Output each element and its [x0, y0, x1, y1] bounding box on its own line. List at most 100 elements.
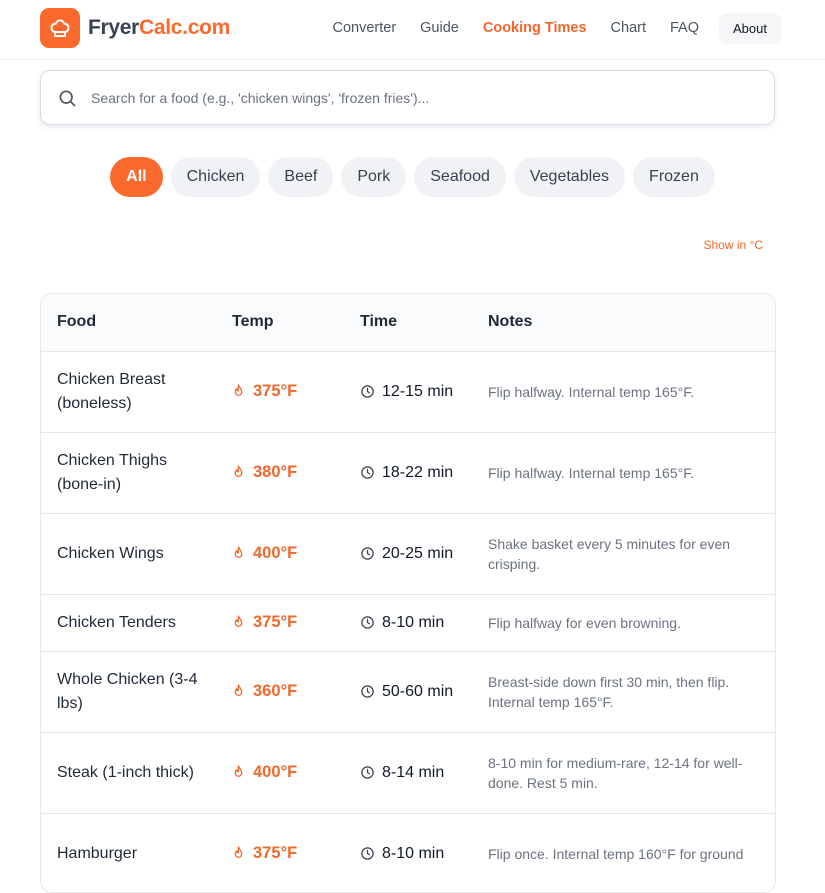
notes-text: Shake basket every 5 minutes for even cr…: [488, 535, 731, 572]
time-cell: 12-15 min: [344, 350, 472, 432]
time-value: 20-25 min: [382, 544, 454, 562]
food-cell: Chicken Tenders: [41, 593, 216, 651]
notes-cell: 8-10 min for medium-rare, 12-14 for well…: [472, 731, 775, 813]
flame-icon: [232, 384, 253, 399]
food-name: Chicken Tenders: [57, 613, 176, 631]
time-cell: 20-25 min: [344, 512, 472, 594]
temp-cell: 400°F: [216, 731, 344, 813]
chef-hat-icon: [40, 8, 80, 48]
flame-icon: [232, 546, 253, 561]
filter-chicken[interactable]: Chicken: [170, 157, 261, 197]
notes-text: Breast-side down first 30 min, then flip…: [488, 673, 730, 710]
temp-value: 375°F: [253, 844, 298, 863]
food-name: Chicken Breast (boneless): [57, 370, 166, 412]
time-cell: 8-10 min: [344, 593, 472, 651]
food-name: Steak (1-inch thick): [57, 763, 194, 781]
food-name: Hamburger: [57, 844, 138, 862]
time-value: 50-60 min: [382, 682, 454, 700]
flame-icon: [232, 846, 253, 861]
food-name: Chicken Thighs (bone-in): [57, 451, 167, 493]
clock-icon: [360, 684, 382, 699]
temp-cell: 375°F: [216, 593, 344, 651]
header-temp: Temp: [232, 313, 274, 331]
temp-cell: 375°F: [216, 812, 344, 892]
food-cell: Hamburger: [41, 812, 216, 892]
temp-cell: 360°F: [216, 650, 344, 732]
flame-icon: [232, 465, 253, 480]
flame-icon: [232, 684, 253, 699]
temp-value: 375°F: [253, 382, 298, 400]
notes-text: Flip halfway. Internal temp 165°F.: [488, 383, 695, 400]
time-cell: 8-10 min: [344, 812, 472, 892]
clock-icon: [360, 465, 382, 480]
notes-cell: Breast-side down first 30 min, then flip…: [472, 650, 775, 732]
clock-icon: [360, 546, 382, 561]
category-filters: All Chicken Beef Pork Seafood Vegetables…: [0, 157, 825, 197]
notes-text: Flip halfway. Internal temp 165°F.: [488, 464, 695, 481]
notes-cell: Flip halfway. Internal temp 165°F.: [472, 350, 775, 432]
notes-text: 8-10 min for medium-rare, 12-14 for well…: [488, 754, 743, 791]
table-header-row: Food Temp Time Notes: [41, 294, 775, 351]
logo-name-accent: Calc.com: [139, 16, 231, 39]
logo-name-main: Fryer: [88, 16, 140, 39]
filter-frozen[interactable]: Frozen: [633, 157, 715, 197]
nav-guide[interactable]: Guide: [420, 20, 459, 36]
temp-value: 375°F: [253, 613, 298, 631]
nav-about-button[interactable]: About: [719, 12, 781, 44]
food-name: Chicken Wings: [57, 544, 164, 562]
table-row: Hamburger 375°F 8-10 min Flip once. Interna…: [41, 812, 775, 892]
nav-cooking-times[interactable]: Cooking Times: [483, 20, 587, 36]
table-row: Chicken Tenders 375°F 8-10 min Flip halfway…: [41, 593, 775, 651]
time-value: 12-15 min: [382, 382, 454, 400]
notes-cell: Flip halfway for even browning.: [472, 593, 775, 651]
temp-value: 400°F: [253, 763, 298, 781]
food-cell: Chicken Breast (boneless): [41, 350, 216, 432]
logo[interactable]: FryerCalc.com: [40, 8, 230, 48]
header-notes: Notes: [488, 313, 533, 331]
notes-cell: Flip halfway. Internal temp 165°F.: [472, 431, 775, 513]
table-row: Steak (1-inch thick) 400°F 8-14 min 8-10 mi…: [41, 731, 775, 813]
search-bar[interactable]: [40, 70, 775, 125]
time-cell: 18-22 min: [344, 431, 472, 513]
logo-text: FryerCalc.com: [88, 16, 230, 40]
table-row: Chicken Thighs (bone-in) 380°F 18-22 min Fl…: [41, 431, 775, 513]
site-header: FryerCalc.com Converter Guide Cooking Ti…: [0, 0, 825, 60]
nav-faq[interactable]: FAQ: [670, 20, 699, 36]
time-value: 8-10 min: [382, 844, 445, 862]
header-time: Time: [360, 313, 398, 331]
table-row: Chicken Wings 400°F 20-25 min Shake basket …: [41, 512, 775, 594]
main-nav: Converter Guide Cooking Times Chart FAQ …: [308, 10, 781, 46]
flame-icon: [232, 765, 253, 780]
filter-vegetables[interactable]: Vegetables: [513, 157, 626, 197]
table-row: Whole Chicken (3-4 lbs) 360°F 50-60 min Bre…: [41, 650, 775, 732]
food-cell: Steak (1-inch thick): [41, 731, 216, 813]
temp-cell: 375°F: [216, 350, 344, 432]
header-food: Food: [57, 313, 97, 331]
filter-beef[interactable]: Beef: [268, 157, 334, 197]
nav-converter[interactable]: Converter: [332, 20, 396, 36]
food-cell: Chicken Thighs (bone-in): [41, 431, 216, 513]
time-cell: 50-60 min: [344, 650, 472, 732]
search-icon: [57, 88, 77, 108]
food-name: Whole Chicken (3-4 lbs): [57, 670, 198, 712]
temp-value: 400°F: [253, 544, 298, 562]
filter-seafood[interactable]: Seafood: [414, 157, 506, 197]
nav-chart[interactable]: Chart: [611, 20, 646, 36]
filter-all[interactable]: All: [110, 157, 163, 197]
temp-value: 360°F: [253, 682, 298, 700]
food-cell: Whole Chicken (3-4 lbs): [41, 650, 216, 732]
unit-toggle-link[interactable]: Show in °C: [704, 238, 764, 252]
search-input[interactable]: [91, 89, 741, 106]
temp-cell: 400°F: [216, 512, 344, 594]
time-value: 8-10 min: [382, 613, 445, 631]
clock-icon: [360, 765, 382, 780]
clock-icon: [360, 846, 382, 861]
temp-value: 380°F: [253, 463, 298, 481]
notes-text: Flip once. Internal temp 160°F for groun…: [488, 845, 744, 862]
notes-text: Flip halfway for even browning.: [488, 614, 681, 631]
filter-pork[interactable]: Pork: [341, 157, 407, 197]
cooking-times-table: Food Temp Time Notes Chicken Breast (bon…: [40, 293, 776, 893]
time-cell: 8-14 min: [344, 731, 472, 813]
clock-icon: [360, 384, 382, 399]
time-value: 8-14 min: [382, 763, 445, 781]
